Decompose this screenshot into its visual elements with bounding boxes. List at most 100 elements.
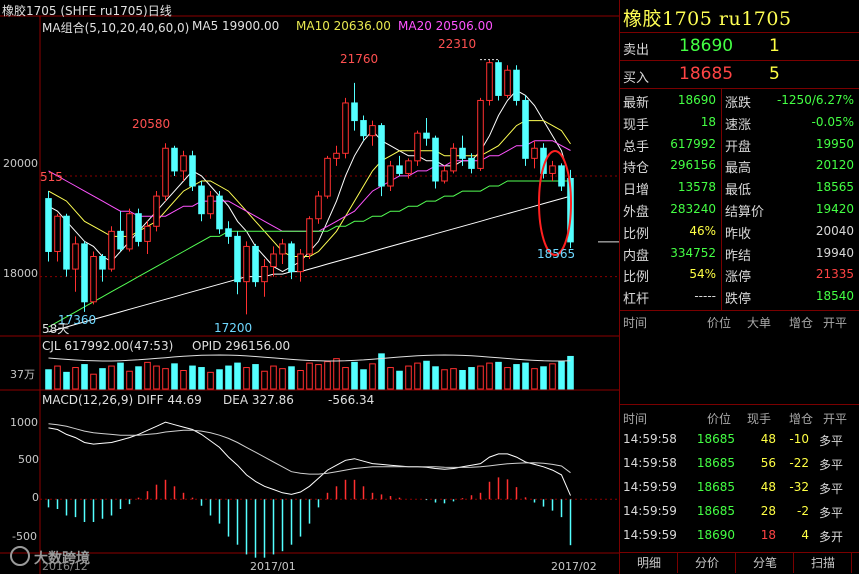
tick-price: 18685 bbox=[696, 456, 735, 470]
tick-qty: 28 bbox=[760, 504, 776, 518]
candle-body bbox=[225, 228, 232, 237]
label-days: 58天 bbox=[42, 322, 70, 336]
quote-panel: 橡胶1705 ru1705 卖出 18690 1 买入 18685 5 最新 18… bbox=[619, 0, 859, 574]
chart-canvas[interactable] bbox=[0, 0, 619, 574]
quote-label: 总手 bbox=[623, 139, 650, 155]
tick-type: 多平 bbox=[819, 458, 844, 472]
candle-body bbox=[279, 243, 286, 255]
volume-bar bbox=[423, 360, 430, 390]
panel-tab[interactable]: 扫描 bbox=[795, 553, 852, 573]
quote-value: 19950 bbox=[815, 136, 854, 151]
tick-oi: 4 bbox=[801, 528, 809, 542]
y-tick-1000: 1000 bbox=[10, 416, 38, 429]
candle-body bbox=[81, 243, 88, 303]
quote-value: 20120 bbox=[815, 158, 854, 173]
ticks-col-header: 价位 bbox=[707, 412, 732, 426]
volume-bar bbox=[189, 365, 196, 390]
sell-price[interactable]: 18690 bbox=[679, 36, 749, 56]
candle-body bbox=[54, 215, 61, 252]
volume-bar bbox=[126, 370, 133, 390]
candle-body bbox=[360, 120, 367, 137]
candle-body bbox=[414, 132, 421, 162]
y-tick-neg500: -500 bbox=[12, 530, 37, 543]
candle-body bbox=[216, 195, 223, 230]
candle-body bbox=[288, 243, 295, 273]
volume-bar bbox=[99, 368, 106, 390]
quote-label: 最新 bbox=[623, 96, 650, 111]
volume-bar bbox=[549, 363, 556, 390]
candle-body bbox=[486, 62, 493, 101]
candle-body bbox=[99, 255, 106, 270]
candle-body bbox=[252, 245, 259, 283]
detail-col-header: 增仓 bbox=[789, 316, 814, 330]
volume-bar bbox=[504, 367, 511, 390]
quote-value: 19420 bbox=[815, 202, 854, 216]
panel-tab[interactable]: 分价 bbox=[679, 553, 736, 573]
candle-body bbox=[459, 147, 466, 159]
tick-qty: 56 bbox=[760, 456, 776, 470]
volume-bar bbox=[180, 370, 187, 390]
candle-body bbox=[432, 137, 439, 182]
quote-label: 最高 bbox=[725, 161, 752, 177]
quote-value: ----- bbox=[694, 289, 716, 304]
volume-bar bbox=[108, 365, 115, 390]
volume-bar bbox=[441, 369, 448, 390]
tick-oi: -2 bbox=[797, 504, 809, 518]
title-bar: 橡胶1705 (SHFE ru1705)日线 bbox=[2, 4, 172, 18]
quote-label: 涨停 bbox=[725, 270, 752, 286]
volume-bar bbox=[216, 369, 223, 390]
ma20-legend: MA20 20506.00 bbox=[398, 19, 493, 33]
sell-label: 卖出 bbox=[623, 43, 650, 58]
candle-body bbox=[450, 147, 457, 172]
candle-body bbox=[63, 215, 70, 270]
candle-body bbox=[261, 266, 268, 283]
quote-label: 涨跌 bbox=[725, 96, 752, 111]
candle-body bbox=[297, 253, 304, 273]
volume-bar bbox=[72, 367, 79, 390]
quote-value: 20040 bbox=[815, 223, 854, 238]
tick-type: 多开 bbox=[819, 530, 844, 544]
tick-qty: 48 bbox=[760, 480, 776, 494]
volume-bar bbox=[135, 366, 142, 390]
dea-line bbox=[48, 423, 571, 475]
macd-lines bbox=[48, 421, 571, 496]
candle-body bbox=[513, 69, 520, 101]
buy-price[interactable]: 18685 bbox=[679, 64, 749, 84]
candle-body bbox=[198, 185, 205, 215]
candle-body bbox=[423, 132, 430, 139]
candle-body bbox=[270, 253, 277, 268]
candle-body bbox=[549, 165, 556, 174]
candle-body bbox=[135, 213, 142, 242]
volume-bar bbox=[234, 362, 241, 390]
volume-bar bbox=[288, 366, 295, 390]
quote-label: 日增 bbox=[623, 183, 650, 199]
macd-label: MACD(12,26,9) bbox=[42, 393, 134, 407]
quote-value: 617992 bbox=[670, 136, 716, 151]
label-trough2: 17200 bbox=[214, 321, 253, 335]
ma5-legend: MA5 19900.00 bbox=[192, 19, 280, 33]
volume-bar bbox=[522, 362, 529, 390]
volume-bar bbox=[558, 361, 565, 390]
volume-bar bbox=[63, 371, 70, 390]
candle-body bbox=[234, 235, 241, 283]
volume-bar bbox=[162, 368, 169, 390]
candle-body bbox=[558, 165, 565, 187]
volume-bar bbox=[342, 367, 349, 390]
candle-body bbox=[396, 165, 403, 174]
label-left-cut: 515 bbox=[40, 170, 63, 184]
y-tick-20000: 20000 bbox=[3, 157, 38, 170]
panel-tab[interactable]: 分笔 bbox=[737, 553, 794, 573]
volume-bar bbox=[396, 370, 403, 390]
quote-label: 跌停 bbox=[725, 292, 752, 308]
panel-tab[interactable]: 明细 bbox=[621, 553, 678, 573]
label-high: 22310 bbox=[438, 37, 477, 51]
volume-bar bbox=[315, 364, 322, 390]
y-tick-37wan: 37万 bbox=[10, 368, 35, 381]
candle-body bbox=[387, 165, 394, 187]
ticks-col-header: 开平 bbox=[823, 412, 848, 426]
candle-body bbox=[468, 157, 475, 169]
tick-time: 14:59:58 bbox=[623, 456, 677, 470]
candle-body bbox=[504, 69, 511, 96]
volume-bar bbox=[171, 363, 178, 390]
volume-bar bbox=[243, 367, 250, 390]
